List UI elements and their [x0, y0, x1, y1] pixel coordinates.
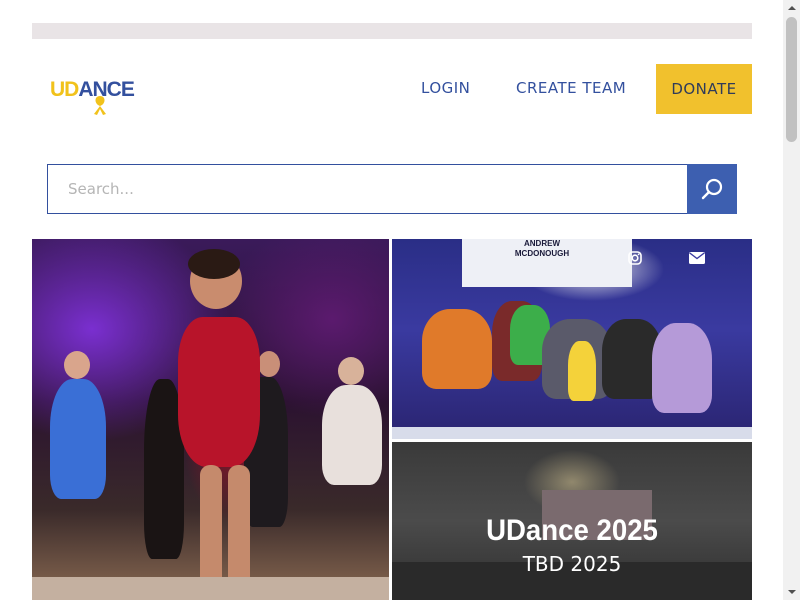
stage-edge — [392, 427, 752, 439]
scroll-up-arrow-icon[interactable] — [783, 0, 800, 16]
dancer-figure — [200, 465, 222, 595]
crowd-figure — [322, 385, 382, 485]
dancer-figure — [188, 249, 240, 279]
crowd-figure — [258, 351, 280, 377]
group-figure — [652, 323, 712, 413]
stage-screen-text: ANDREW MCDONOUGH — [514, 239, 570, 258]
page-scrollbar[interactable] — [783, 0, 800, 600]
group-figure — [568, 341, 596, 401]
scrollbar-thumb[interactable] — [786, 17, 797, 142]
envelope-icon[interactable] — [689, 252, 705, 264]
group-figure — [422, 309, 492, 389]
team-photo-tile[interactable]: ANDREW MCDONOUGH — [392, 239, 752, 439]
event-title: UDance 2025 — [486, 514, 658, 547]
donate-button[interactable]: DONATE — [656, 64, 752, 114]
stage-floor — [32, 577, 389, 600]
search-bar — [47, 164, 737, 214]
page: UDANCE LOGIN CREATE TEAM DONATE Search..… — [0, 0, 800, 600]
ribbon-icon — [94, 96, 106, 115]
udance-logo[interactable]: UDANCE — [50, 78, 135, 118]
login-link[interactable]: LOGIN — [421, 79, 470, 97]
search-button[interactable] — [687, 164, 737, 214]
top-bar — [32, 23, 752, 39]
crowd-figure — [50, 379, 106, 499]
search-input[interactable] — [47, 164, 688, 214]
search-icon — [701, 178, 723, 200]
scroll-down-arrow-icon[interactable] — [783, 584, 800, 600]
event-date: TBD 2025 — [522, 552, 622, 576]
create-team-link[interactable]: CREATE TEAM — [516, 79, 626, 97]
dancer-figure — [178, 317, 260, 467]
crowd-figure — [338, 357, 364, 385]
instagram-icon[interactable] — [628, 251, 642, 265]
event-tile[interactable]: UDance 2025 TBD 2025 — [392, 442, 752, 600]
crowd-figure — [64, 351, 90, 379]
dancer-photo-tile[interactable] — [32, 239, 389, 600]
